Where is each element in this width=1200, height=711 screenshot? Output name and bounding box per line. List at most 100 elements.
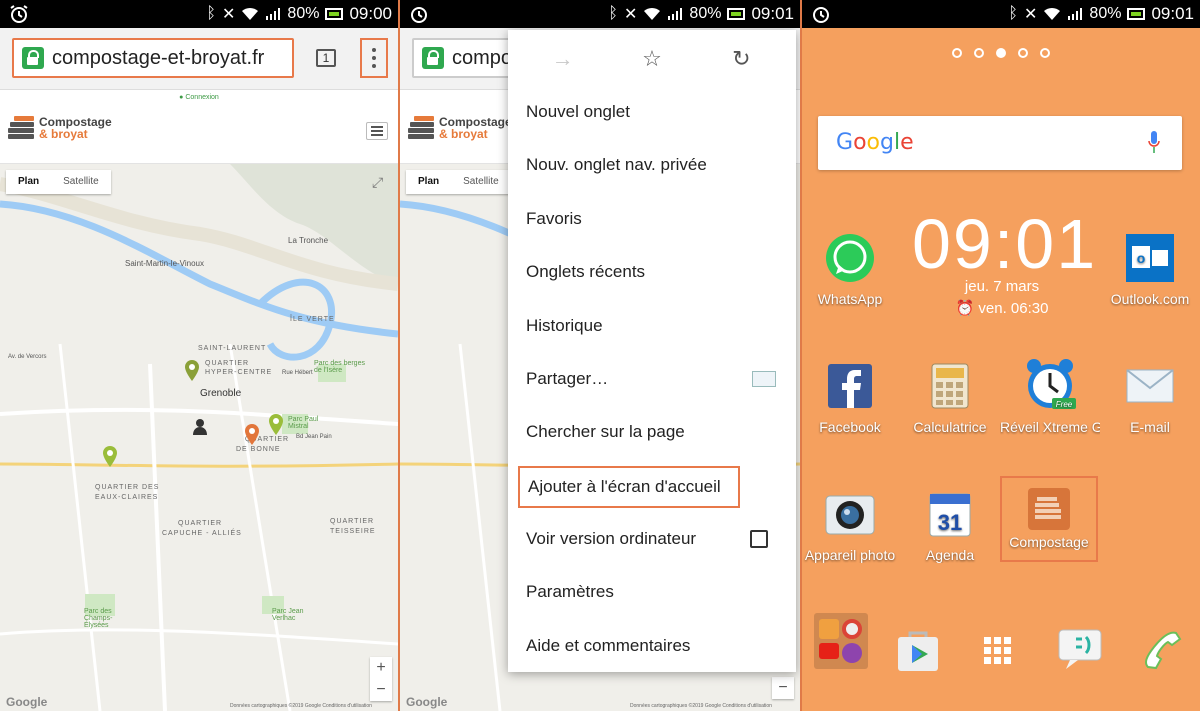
app-email[interactable]: E-mail: [1102, 360, 1198, 435]
user-location-icon: [193, 419, 207, 435]
login-link[interactable]: ● Connexion: [0, 94, 398, 101]
camera-icon: [825, 495, 875, 535]
map-label: Parc Paul Mistral: [288, 416, 319, 430]
email-icon: [1126, 369, 1174, 403]
hamburger-menu-button[interactable]: [366, 122, 388, 140]
play-store-icon[interactable]: [894, 627, 942, 675]
address-bar[interactable]: compostage-et-broyat.fr: [12, 38, 294, 78]
status-time: 09:01: [751, 4, 794, 23]
map-canvas: [0, 164, 398, 711]
menu-item-history[interactable]: Historique: [508, 300, 796, 352]
map-label: QUARTIER: [330, 518, 375, 525]
svg-text:31: 31: [938, 510, 962, 535]
messaging-icon[interactable]: [1056, 627, 1104, 671]
map-attribution[interactable]: Données cartographiques ©2019 Google Con…: [230, 703, 372, 709]
map-label: CAPUCHE - ALLIÉS: [162, 530, 242, 537]
map-label: Grenoble: [200, 388, 242, 399]
app-folder[interactable]: [814, 613, 868, 669]
menu-item-recent-tabs[interactable]: Onglets récents: [508, 246, 796, 298]
map-type-plan[interactable]: Plan: [406, 170, 451, 194]
alarm-app-icon: Free: [1027, 359, 1076, 409]
google-logo: Google: [836, 130, 914, 155]
desktop-site-checkbox[interactable]: [750, 530, 768, 548]
dock: [802, 613, 1200, 711]
reload-icon[interactable]: ↻: [725, 46, 757, 72]
map-label: DE BONNE: [236, 446, 281, 453]
logo-icon: [408, 114, 436, 142]
map-label: QUARTIER DES: [95, 484, 160, 491]
menu-item-share[interactable]: Partager…: [508, 353, 796, 405]
google-search-widget[interactable]: Google: [818, 116, 1182, 170]
site-logo[interactable]: Compostage & broyat: [8, 114, 112, 142]
map-type-plan[interactable]: Plan: [6, 170, 51, 194]
map-type-switch: Plan Satellite: [6, 170, 111, 194]
google-map-brand: Google: [406, 695, 448, 709]
battery-icon: [1127, 8, 1146, 20]
map-type-satellite[interactable]: Satellite: [451, 170, 511, 194]
app-calculatrice[interactable]: Calculatrice: [902, 360, 998, 435]
menu-item-new-tab[interactable]: Nouvel onglet: [508, 86, 796, 138]
map-label: HYPER-CENTRE: [205, 369, 273, 376]
app-facebook[interactable]: Facebook: [802, 360, 898, 435]
map-label: ÎLE VERTE: [290, 316, 335, 323]
tab-switcher-button[interactable]: 1: [316, 49, 336, 67]
url-text: compo: [452, 46, 513, 69]
app-reveil-xtreme[interactable]: Free Réveil Xtreme G: [1000, 356, 1100, 435]
menu-item-desktop-site[interactable]: Voir version ordinateur: [508, 513, 796, 565]
menu-item-settings[interactable]: Paramètres: [508, 566, 796, 618]
map-marker-icon[interactable]: [268, 414, 284, 436]
page-indicator: [802, 48, 1200, 58]
zoom-controls: −: [772, 677, 794, 699]
clock-widget[interactable]: 09:01 jeu. 7 mars ⏰ ven. 06:30: [912, 206, 1095, 317]
map-label: SAINT-LAURENT: [198, 345, 267, 352]
alarm-clock-icon: [813, 7, 829, 23]
lock-icon: [22, 47, 44, 69]
browser-toolbar: compostage-et-broyat.fr 1: [0, 28, 398, 90]
calculator-icon: [931, 363, 969, 409]
app-outlook[interactable]: o Outlook.com: [1102, 232, 1198, 307]
menu-item-help[interactable]: Aide et commentaires: [508, 620, 796, 672]
fullscreen-icon[interactable]: ⤢: [372, 174, 390, 192]
app-agenda[interactable]: 31 Agenda: [902, 488, 998, 563]
site-logo[interactable]: Compostage & broyat: [408, 114, 512, 142]
map-type-satellite[interactable]: Satellite: [51, 170, 111, 194]
map-marker-icon[interactable]: [184, 360, 200, 382]
app-compostage-shortcut[interactable]: Compostage: [1000, 476, 1098, 562]
zoom-controls: + −: [370, 657, 392, 701]
browser-panel-map: ᛒ ✕ 80% 09:00 compostage-et-broyat.fr 1 …: [0, 0, 398, 711]
app-drawer-icon[interactable]: [982, 635, 1014, 667]
map-type-switch: Plan Satellite: [406, 170, 511, 194]
mail-icon: [752, 371, 776, 387]
bluetooth-icon: ᛒ: [206, 5, 217, 22]
forward-arrow-icon[interactable]: →: [547, 46, 579, 72]
signal-icon: [668, 8, 683, 20]
map-attribution[interactable]: Données cartographiques ©2019 Google Con…: [630, 703, 772, 709]
user-icon: ●: [179, 94, 184, 101]
overflow-menu-button[interactable]: [360, 38, 388, 78]
zoom-out-button[interactable]: −: [370, 679, 392, 701]
menu-item-private-tab[interactable]: Nouv. onglet nav. privée: [508, 139, 796, 191]
whatsapp-icon: [826, 234, 874, 282]
alarm-clock-icon: [411, 7, 427, 23]
map-view[interactable]: Plan Satellite ⤢ La Tronche Saint-Martin…: [0, 164, 398, 711]
map-marker-icon[interactable]: [102, 446, 118, 468]
home-screen-panel: ᛒ ✕ 80% 09:01 Google 09:01 jeu. 7 mars ⏰…: [802, 0, 1200, 711]
star-icon[interactable]: ☆: [636, 46, 668, 72]
app-whatsapp[interactable]: WhatsApp: [802, 232, 898, 307]
bluetooth-icon: ᛒ: [1008, 5, 1019, 22]
map-marker-icon[interactable]: [244, 424, 260, 446]
url-text: compostage-et-broyat.fr: [52, 46, 265, 69]
app-appareil-photo[interactable]: Appareil photo: [802, 488, 898, 563]
svg-text:Free: Free: [1056, 400, 1073, 409]
browser-overflow-menu: → ☆ ↻ Nouvel onglet Nouv. onglet nav. pr…: [508, 30, 796, 672]
zoom-in-button[interactable]: +: [370, 657, 392, 679]
menu-item-bookmarks[interactable]: Favoris: [508, 193, 796, 245]
phone-icon[interactable]: [1140, 627, 1184, 671]
zoom-out-button[interactable]: −: [772, 677, 794, 699]
logo-icon: [8, 114, 36, 142]
bluetooth-icon: ᛒ: [608, 5, 619, 22]
menu-item-add-to-home-screen[interactable]: Ajouter à l'écran d'accueil: [518, 466, 740, 508]
menu-item-find-in-page[interactable]: Chercher sur la page: [508, 406, 796, 458]
microphone-icon[interactable]: [1148, 131, 1160, 155]
lock-icon: [422, 47, 444, 69]
